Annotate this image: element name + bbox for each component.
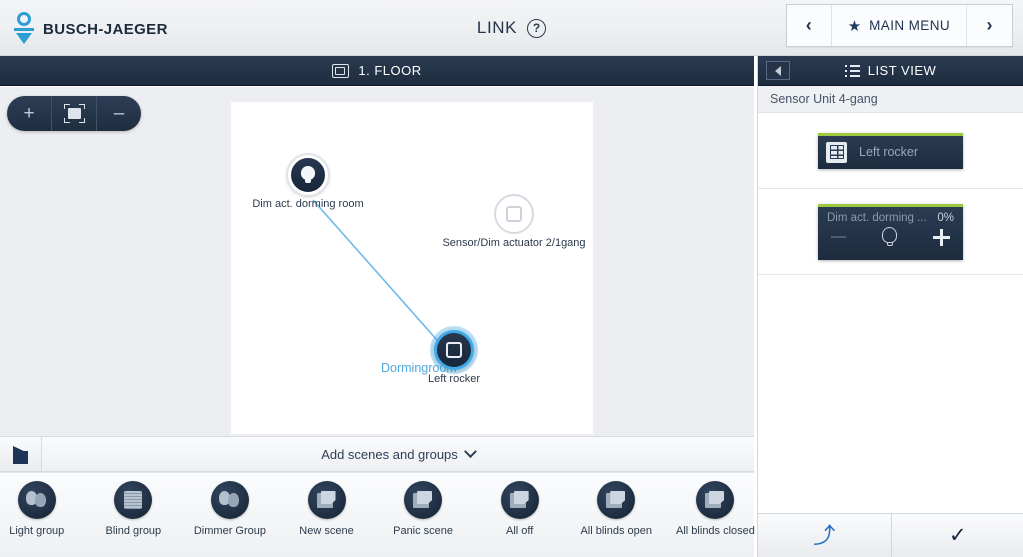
main-menu-button[interactable]: ★ MAIN MENU — [832, 5, 967, 46]
device-node-sensor-dim-actuator[interactable]: Sensor/Dim actuator 2/1gang — [442, 194, 586, 249]
top-header: BUSCH-JAEGER LINK ? ‹ ★ MAIN MENU › — [0, 0, 1023, 56]
scene-label: Panic scene — [393, 525, 454, 537]
main-menu-label: MAIN MENU — [869, 18, 950, 33]
panel-title: LIST VIEW — [867, 63, 937, 78]
list-item: Dim act. dorming ... 0% — [758, 189, 1023, 275]
scene-item-dimmer-group[interactable]: Dimmer Group — [193, 481, 267, 537]
collapse-panel-icon[interactable] — [766, 61, 790, 80]
list-item: Left rocker — [758, 113, 1023, 189]
scene-item-all-off[interactable]: All off — [483, 481, 557, 537]
rocker-square-icon — [434, 330, 474, 370]
scene-label: Dimmer Group — [193, 525, 266, 537]
scene-card-icon — [404, 481, 443, 519]
question-mark-icon[interactable]: ? — [527, 18, 547, 38]
device-link-line — [312, 199, 453, 358]
scene-card-icon — [500, 481, 539, 519]
app-root: BUSCH-JAEGER LINK ? ‹ ★ MAIN MENU › 1. F… — [0, 0, 1023, 557]
tile-label: Dim act. dorming ... — [827, 211, 927, 224]
confirm-button[interactable]: ✓ — [892, 514, 1023, 557]
floorplan-icon — [332, 63, 350, 78]
scene-label: All blinds closed — [676, 525, 755, 537]
back-button[interactable]: ⤴ — [758, 514, 892, 557]
tile-percent: 0% — [937, 211, 954, 224]
scene-item-light-group[interactable]: Light group — [0, 481, 74, 537]
scene-card-icon — [696, 481, 735, 519]
scene-label: New scene — [299, 525, 354, 537]
scene-label: All blinds open — [580, 525, 653, 537]
list-icon — [844, 64, 860, 77]
device-node-dim-actuator[interactable]: Dim act. dorming room — [252, 155, 364, 210]
blind-group-icon — [114, 481, 153, 519]
floorplan-canvas[interactable]: Dormingroom + – Dim act. dorming room Se… — [0, 87, 754, 436]
scene-item-panic-scene[interactable]: Panic scene — [386, 481, 460, 537]
chevron-left-icon[interactable]: ‹ — [787, 5, 832, 46]
plus-icon[interactable] — [933, 228, 950, 246]
scene-item-all-blinds-closed[interactable]: All blinds closed — [676, 481, 755, 537]
scene-item-all-blinds-open[interactable]: All blinds open — [579, 481, 653, 537]
undo-arrow-icon: ⤴ — [813, 522, 836, 548]
scene-label: Light group — [9, 525, 65, 537]
right-panel: LIST VIEW Sensor Unit 4-gang Left rocker… — [757, 56, 1023, 557]
device-caption: Dim act. dorming room — [252, 198, 364, 210]
add-bar: Add scenes and groups — [0, 436, 754, 472]
home-icon — [11, 445, 30, 464]
scene-card-icon — [307, 481, 346, 519]
device-caption: Left rocker — [428, 373, 480, 385]
panel-action-bar: ⤴ ✓ — [758, 513, 1023, 557]
home-button[interactable] — [0, 437, 42, 471]
chevron-right-icon[interactable]: › — [967, 5, 1012, 46]
tile-left-rocker[interactable]: Left rocker — [818, 132, 963, 169]
tile-label: Left rocker — [859, 145, 919, 159]
scene-label: Blind group — [105, 525, 162, 537]
checkmark-icon: ✓ — [948, 524, 967, 547]
minus-icon[interactable] — [831, 235, 846, 239]
add-scenes-and-groups-button[interactable]: Add scenes and groups — [42, 444, 754, 462]
scene-item-blind-group[interactable]: Blind group — [97, 481, 171, 537]
fit-to-screen-icon — [63, 104, 85, 123]
lightbulb-icon — [288, 155, 328, 195]
zoom-in-button[interactable]: + — [7, 96, 52, 131]
star-icon: ★ — [847, 17, 862, 35]
panel-header: LIST VIEW — [758, 56, 1023, 86]
scene-card-icon — [597, 481, 636, 519]
header-nav-group: ‹ ★ MAIN MENU › — [785, 4, 1013, 47]
scene-label: All off — [506, 525, 534, 537]
rocker-square-icon — [494, 194, 534, 234]
scene-item-new-scene[interactable]: New scene — [290, 481, 364, 537]
scene-toolbar: Light group Blind group Dimmer Group New… — [0, 472, 755, 557]
fit-to-screen-button[interactable] — [52, 96, 97, 131]
add-scenes-label: Add scenes and groups — [321, 446, 458, 462]
floor-label: 1. FLOOR — [358, 63, 422, 78]
zoom-controls: + – — [7, 96, 141, 131]
dimmer-group-icon — [210, 481, 249, 519]
rocker-icon — [826, 141, 847, 163]
lightbulb-outline-icon[interactable] — [882, 226, 897, 248]
floor-bar[interactable]: 1. FLOOR — [0, 56, 754, 86]
zoom-out-button[interactable]: – — [97, 96, 141, 131]
panel-section-title: Sensor Unit 4-gang — [758, 86, 1023, 113]
chevron-down-icon — [463, 444, 477, 458]
device-caption: Sensor/Dim actuator 2/1gang — [442, 237, 586, 249]
page-title: LINK — [476, 18, 518, 37]
tile-dim-actuator[interactable]: Dim act. dorming ... 0% — [818, 203, 963, 260]
device-node-left-rocker[interactable]: Left rocker — [428, 330, 480, 385]
light-group-icon — [17, 481, 56, 519]
